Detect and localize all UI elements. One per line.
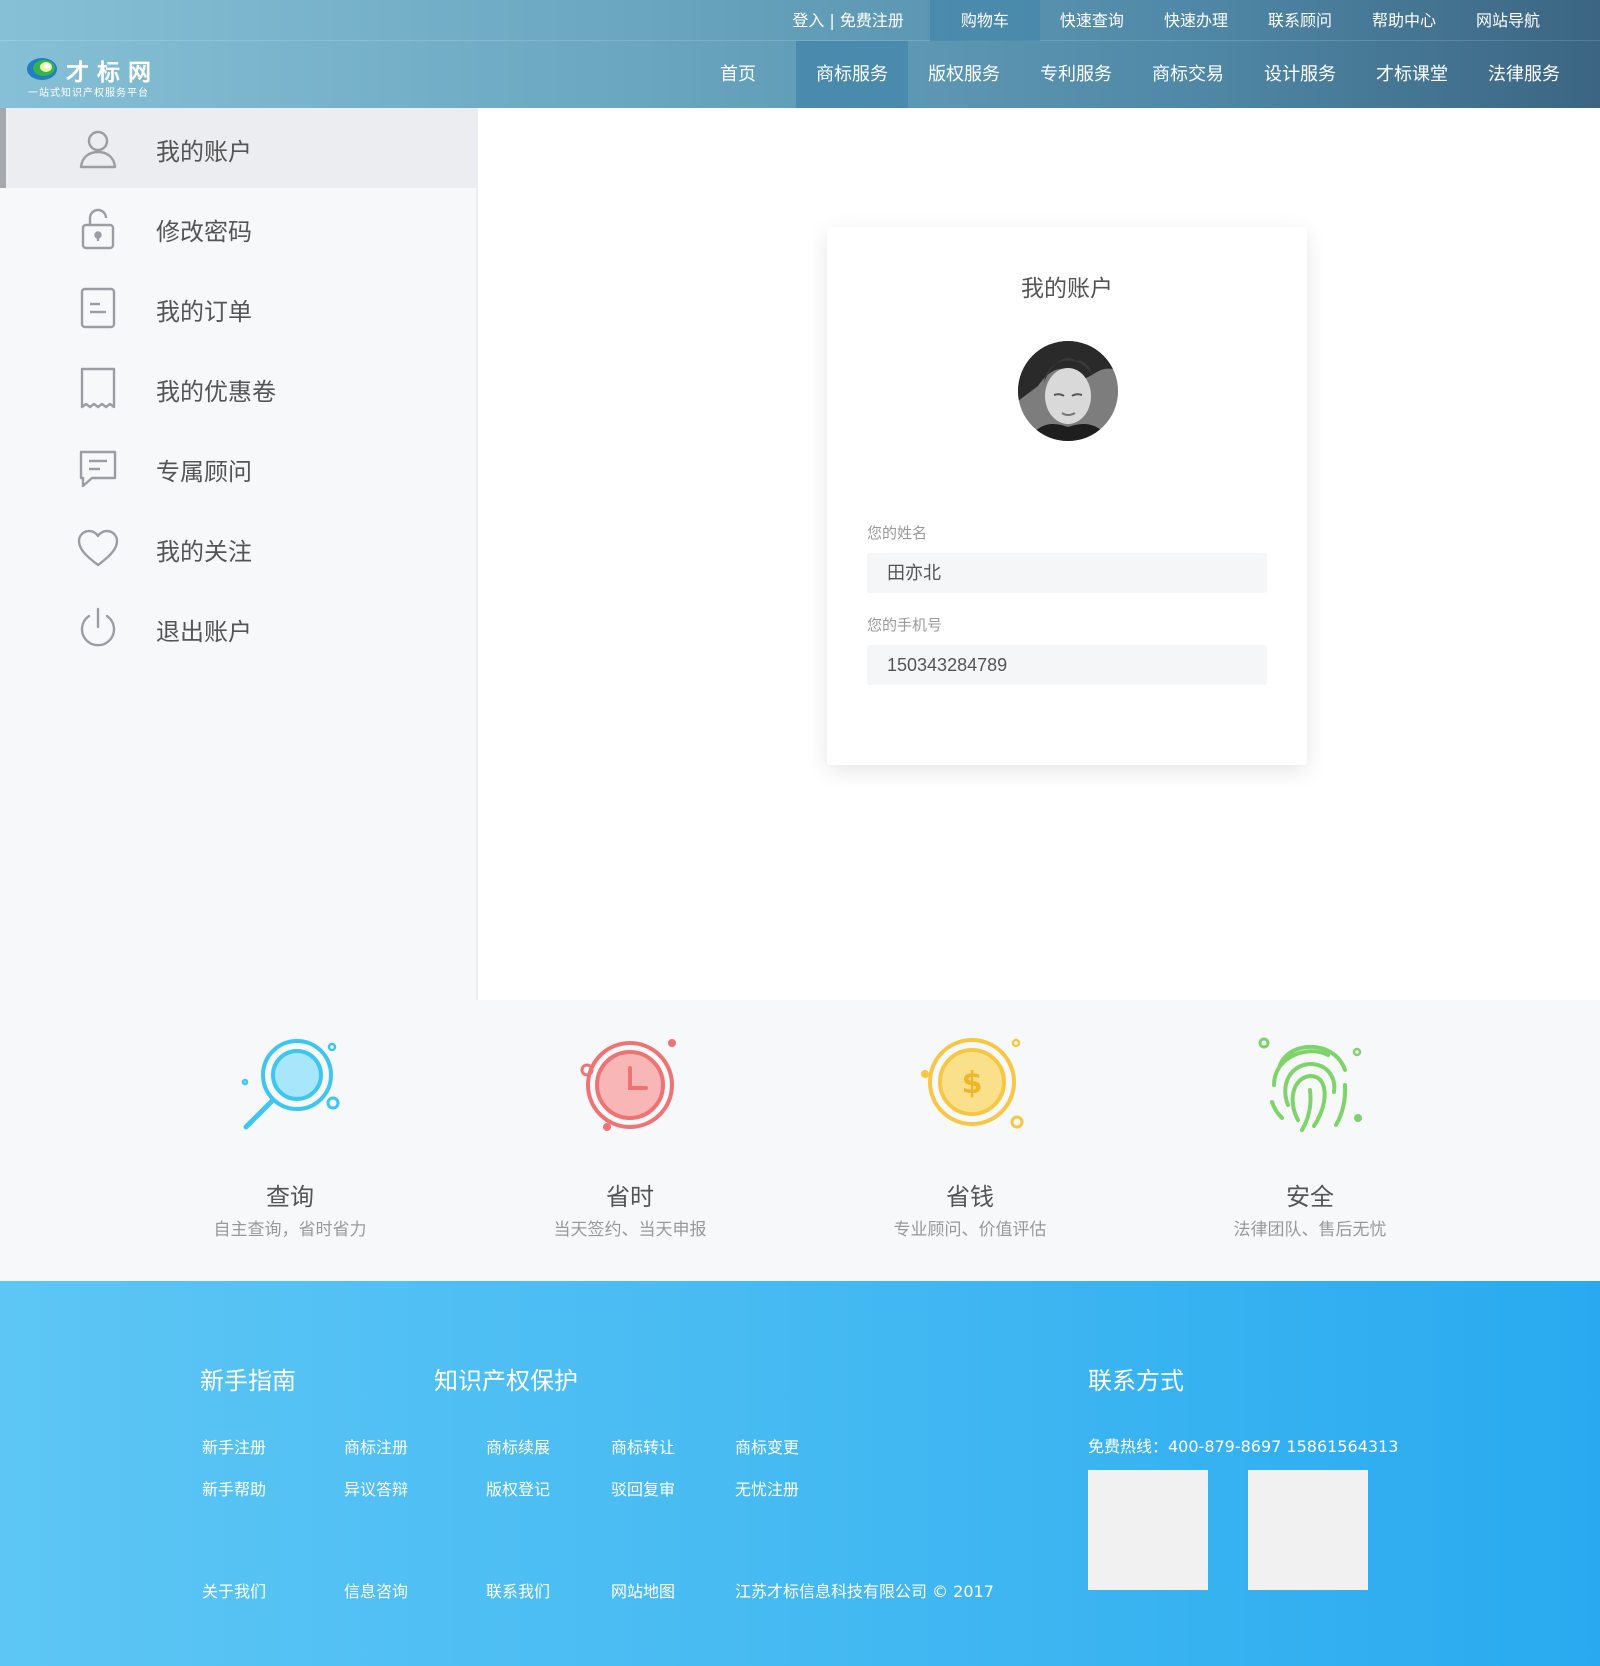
logo-subtitle: 一站式知识产权服务平台 <box>28 88 149 99</box>
cart-link[interactable]: 购物车 <box>929 0 1040 41</box>
login-register-link[interactable]: 登入 | 免费注册 <box>772 0 924 41</box>
top-bar: 登入 | 免费注册 购物车 快速查询 快速办理 联系顾问 帮助中心 网站导航 <box>0 0 1600 41</box>
power-icon <box>80 607 116 647</box>
sidebar-item-label: 退出账户 <box>156 618 252 646</box>
footer-link-new-help[interactable]: 新手帮助 <box>202 1476 266 1500</box>
logo-title: 才标网 <box>66 60 159 86</box>
sidebar-item-my-coupons[interactable]: 我的优惠卷 <box>0 348 478 428</box>
sidebar-item-favorites[interactable]: 我的关注 <box>0 508 478 588</box>
footer-link-review[interactable]: 驳回复审 <box>611 1476 675 1500</box>
feature-title: 省时 <box>606 1183 654 1211</box>
footer-ip-title: 知识产权保护 <box>434 1367 578 1395</box>
heart-icon <box>77 529 119 567</box>
footer-guide-title: 新手指南 <box>200 1367 296 1395</box>
order-icon <box>80 287 116 329</box>
sidebar-item-change-password[interactable]: 修改密码 <box>0 188 478 268</box>
logo[interactable]: 才标网 一站式知识产权服务平台 <box>26 52 166 100</box>
footer-link-trademark-transfer[interactable]: 商标转让 <box>611 1434 675 1458</box>
avatar-photo <box>1018 341 1118 441</box>
features-section: 查询 自主查询，省时省力 省时 当天签约、当天申报 $ 省钱 专业顾问、价值评估 <box>0 1000 1600 1281</box>
nav-home[interactable]: 首页 <box>700 41 796 108</box>
nav-trademark-trading[interactable]: 商标交易 <box>1132 41 1244 108</box>
footer-contact-title: 联系方式 <box>1088 1367 1184 1395</box>
site-nav-link[interactable]: 网站导航 <box>1456 0 1560 41</box>
sidebar-item-label: 我的关注 <box>156 538 252 566</box>
main-nav: 首页 商标服务 版权服务 专利服务 商标交易 设计服务 才标课堂 法律服务 <box>700 41 1580 108</box>
coin-icon: $ <box>921 1038 1024 1129</box>
user-icon <box>79 130 117 169</box>
feature-title: 省钱 <box>946 1183 994 1211</box>
phone-label: 您的手机号 <box>867 616 943 634</box>
name-field[interactable] <box>867 553 1267 593</box>
footer-link-about[interactable]: 关于我们 <box>202 1578 266 1602</box>
sidebar-item-label: 我的账户 <box>156 138 252 166</box>
phone-field[interactable] <box>867 645 1267 685</box>
account-sidebar: 我的账户 修改密码 我的订单 我的优惠卷 专属顾问 我的关注 退出账户 <box>0 108 478 1000</box>
svg-text:$: $ <box>962 1066 983 1101</box>
feature-security: 安全 法律团队、售后无忧 <box>1160 1000 1460 1281</box>
feature-title: 查询 <box>266 1183 314 1211</box>
coupon-icon <box>80 367 116 409</box>
quick-search-link[interactable]: 快速查询 <box>1040 0 1144 41</box>
feature-search: 查询 自主查询，省时省力 <box>140 1000 440 1281</box>
nav-trademark-services[interactable]: 商标服务 <box>796 41 908 108</box>
sidebar-item-label: 专属顾问 <box>156 458 252 486</box>
nav-legal-services[interactable]: 法律服务 <box>1468 41 1580 108</box>
lock-icon <box>81 208 115 250</box>
nav-patent-services[interactable]: 专利服务 <box>1020 41 1132 108</box>
nav-classroom[interactable]: 才标课堂 <box>1356 41 1468 108</box>
contact-advisor-link[interactable]: 联系顾问 <box>1248 0 1352 41</box>
help-center-link[interactable]: 帮助中心 <box>1352 0 1456 41</box>
name-label: 您的姓名 <box>867 524 928 542</box>
avatar[interactable] <box>1018 341 1118 441</box>
site-footer: 新手指南 知识产权保护 联系方式 新手注册 新手帮助 商标注册 商标续展 商标转… <box>0 1281 1600 1666</box>
top-links: 登入 | 免费注册 购物车 快速查询 快速办理 联系顾问 帮助中心 网站导航 <box>772 0 1560 41</box>
fingerprint-icon <box>1258 1037 1362 1132</box>
footer-link-trademark-renewal[interactable]: 商标续展 <box>486 1434 550 1458</box>
nav-copyright-services[interactable]: 版权服务 <box>908 41 1020 108</box>
footer-link-new-register[interactable]: 新手注册 <box>202 1434 266 1458</box>
card-title: 我的账户 <box>1021 276 1113 302</box>
feature-desc: 法律团队、售后无忧 <box>1233 1220 1387 1240</box>
sidebar-item-label: 修改密码 <box>156 218 252 246</box>
sidebar-item-my-orders[interactable]: 我的订单 <box>0 268 478 348</box>
sidebar-item-my-account[interactable]: 我的账户 <box>0 108 478 188</box>
footer-link-consult[interactable]: 信息咨询 <box>344 1578 408 1602</box>
footer-hotline: 免费热线：400-879-8697 15861564313 <box>1088 1437 1399 1456</box>
feature-desc: 当天签约、当天申报 <box>553 1220 707 1240</box>
footer-link-worry-free[interactable]: 无忧注册 <box>735 1476 799 1500</box>
search-icon <box>241 1039 340 1130</box>
account-card: 我的账户 您的姓名 您的手机号 <box>827 227 1307 765</box>
footer-link-trademark-change[interactable]: 商标变更 <box>735 1434 799 1458</box>
sidebar-item-advisor[interactable]: 专属顾问 <box>0 428 478 508</box>
feature-save-money: $ 省钱 专业顾问、价值评估 <box>820 1000 1120 1281</box>
logo-mark-icon <box>27 58 57 80</box>
site-header: 登入 | 免费注册 购物车 快速查询 快速办理 联系顾问 帮助中心 网站导航 才… <box>0 0 1600 108</box>
feature-title: 安全 <box>1286 1183 1334 1211</box>
quick-apply-link[interactable]: 快速办理 <box>1144 0 1248 41</box>
qr-code-2 <box>1248 1470 1368 1590</box>
sidebar-item-label: 我的优惠卷 <box>156 378 276 406</box>
footer-link-contact[interactable]: 联系我们 <box>486 1578 550 1602</box>
footer-link-trademark-register[interactable]: 商标注册 <box>344 1434 408 1458</box>
footer-link-sitemap[interactable]: 网站地图 <box>611 1578 675 1602</box>
feature-save-time: 省时 当天签约、当天申报 <box>480 1000 780 1281</box>
sidebar-item-label: 我的订单 <box>156 298 252 326</box>
feature-desc: 专业顾问、价值评估 <box>893 1220 1047 1240</box>
clock-icon <box>580 1039 676 1131</box>
feature-desc: 自主查询，省时省力 <box>213 1220 367 1240</box>
sidebar-item-logout[interactable]: 退出账户 <box>0 588 478 668</box>
chat-icon <box>79 450 117 488</box>
footer-link-copyright-register[interactable]: 版权登记 <box>486 1476 550 1500</box>
nav-design-services[interactable]: 设计服务 <box>1244 41 1356 108</box>
qr-code-1 <box>1088 1470 1208 1590</box>
footer-copyright: 江苏才标信息科技有限公司 © 2017 <box>735 1582 994 1601</box>
footer-link-objection[interactable]: 异议答辩 <box>344 1476 408 1500</box>
